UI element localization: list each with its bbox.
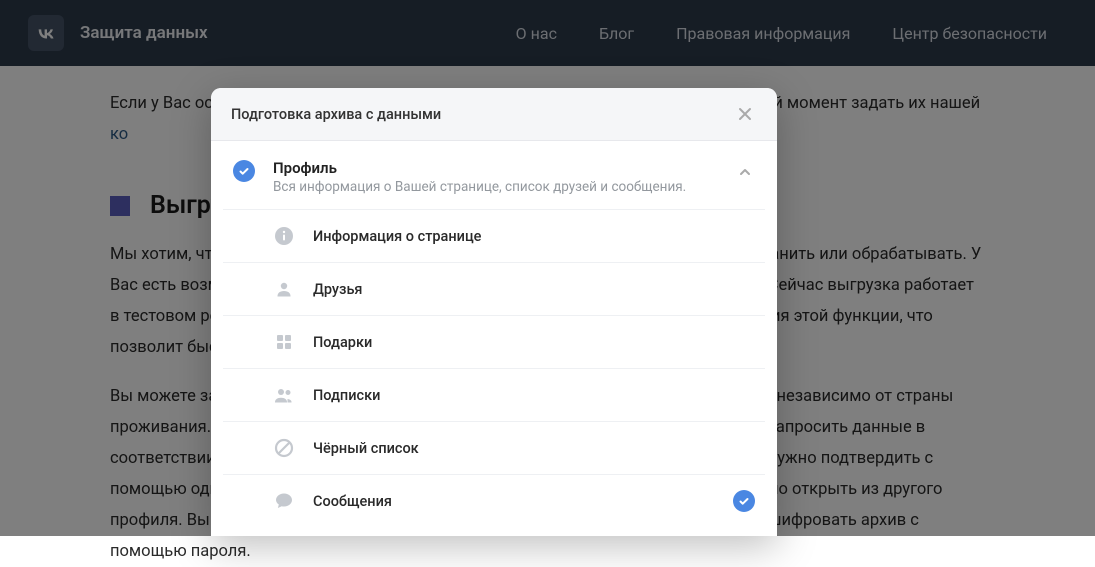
option-label: Подписки [313, 387, 380, 404]
option-checkbox[interactable] [733, 490, 755, 512]
category-checkbox[interactable] [233, 160, 255, 182]
users-icon [273, 384, 295, 406]
export-modal: Подготовка архива с данными Профиль Вся … [211, 88, 777, 536]
option-friends[interactable]: Друзья [223, 262, 765, 315]
option-label: Подарки [313, 334, 372, 351]
option-page-info[interactable]: Информация о странице [223, 209, 765, 262]
option-gifts[interactable]: Подарки [223, 315, 765, 368]
modal-title: Подготовка архива с данными [231, 106, 441, 123]
category-title: Профиль [273, 159, 735, 177]
option-label: Друзья [313, 281, 362, 298]
ban-icon [273, 437, 295, 459]
close-icon [738, 107, 752, 121]
category-info: Профиль Вся информация о Вашей странице,… [273, 159, 735, 195]
option-label: Информация о странице [313, 228, 481, 245]
option-blacklist[interactable]: Чёрный список [223, 421, 765, 474]
option-label: Чёрный список [313, 440, 419, 457]
user-icon [273, 278, 295, 300]
info-icon [273, 225, 295, 247]
close-button[interactable] [733, 102, 757, 126]
collapse-toggle[interactable] [735, 162, 755, 182]
option-subscriptions[interactable]: Подписки [223, 368, 765, 421]
category-profile[interactable]: Профиль Вся информация о Вашей странице,… [223, 141, 765, 209]
option-messages[interactable]: Сообщения [223, 474, 765, 527]
modal-header: Подготовка архива с данными [211, 88, 777, 141]
gift-icon [273, 331, 295, 353]
message-icon [273, 490, 295, 512]
check-icon [238, 165, 250, 177]
modal-body: Профиль Вся информация о Вашей странице,… [211, 141, 777, 527]
check-icon [738, 495, 750, 507]
option-label: Сообщения [313, 493, 392, 510]
category-description: Вся информация о Вашей странице, список … [273, 179, 735, 195]
chevron-up-icon [738, 165, 752, 179]
